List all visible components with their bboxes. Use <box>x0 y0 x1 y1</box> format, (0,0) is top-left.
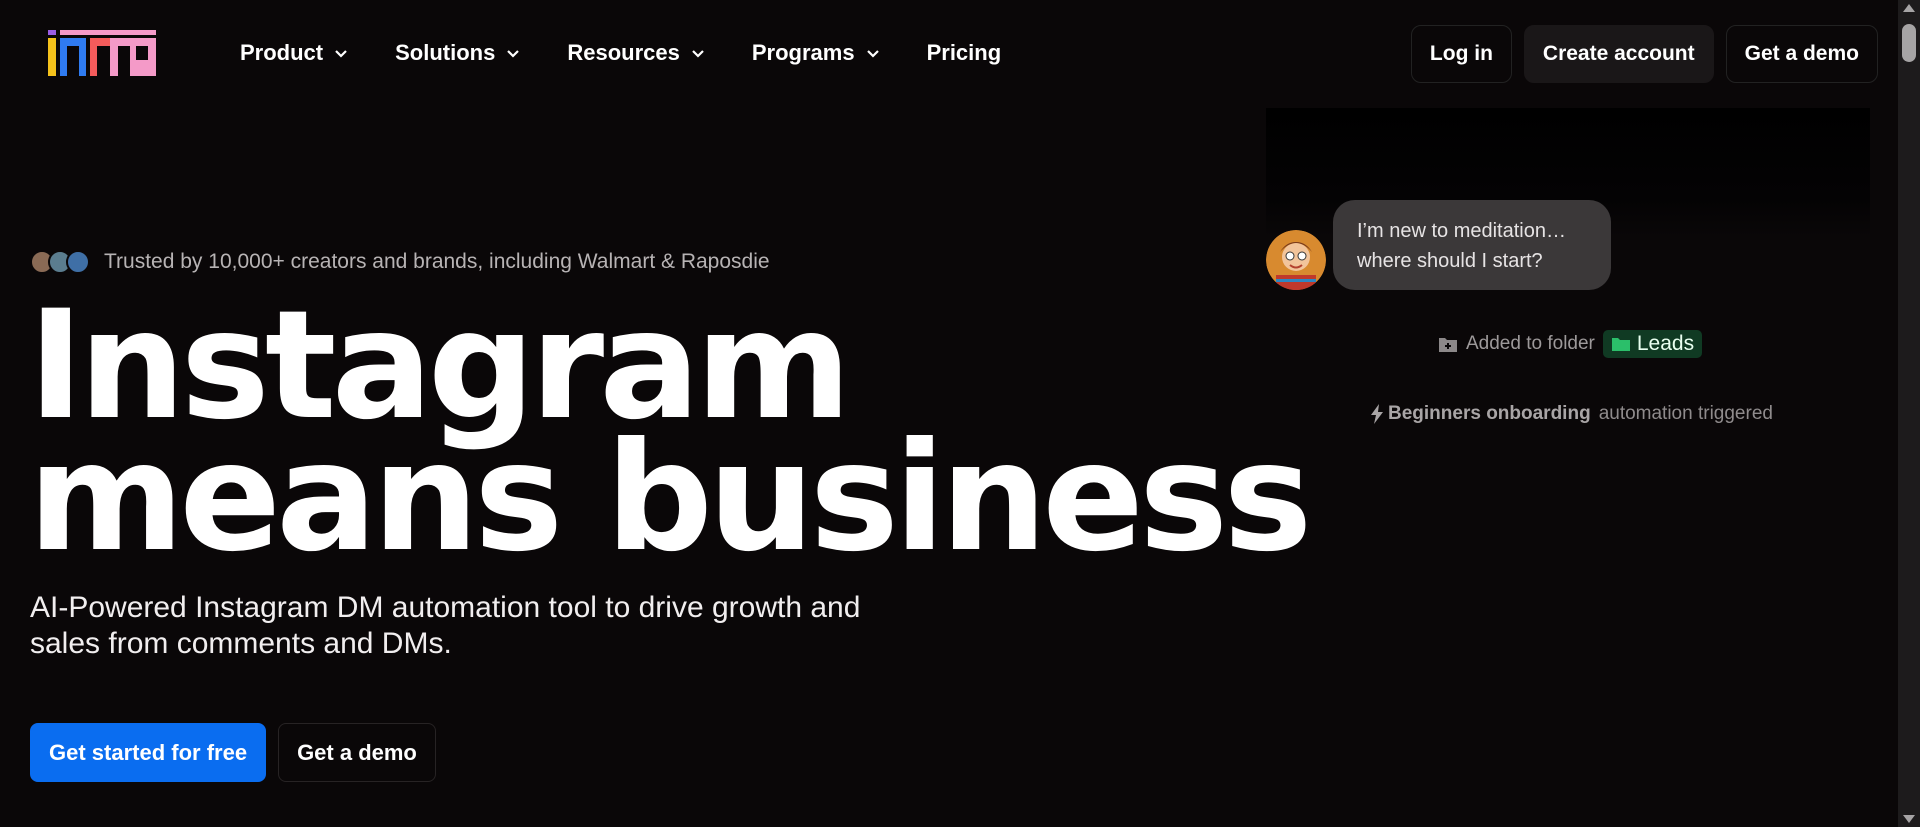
avatar <box>66 250 90 274</box>
added-to-folder-row: Added to folder Leads <box>1438 330 1703 358</box>
nav-actions: Log in Create account Get a demo <box>1410 25 1878 83</box>
folder-prefix-text: Added to folder <box>1466 333 1595 354</box>
nav-resources-label: Resources <box>567 40 680 65</box>
chevron-down-icon <box>507 50 520 58</box>
nav-get-demo-button[interactable]: Get a demo <box>1725 25 1878 83</box>
trusted-text: Trusted by 10,000+ creators and brands, … <box>104 250 770 273</box>
customer-avatars <box>30 250 90 274</box>
brand-logo[interactable] <box>48 30 156 78</box>
nav-solutions-label: Solutions <box>395 40 496 65</box>
trusted-by-row: Trusted by 10,000+ creators and brands, … <box>30 250 770 274</box>
login-button[interactable]: Log in <box>1410 25 1512 83</box>
scroll-up-arrow-icon[interactable] <box>1903 4 1915 12</box>
scroll-thumb[interactable] <box>1902 24 1916 62</box>
chevron-down-icon <box>692 50 704 58</box>
nav-programs-label: Programs <box>751 40 855 65</box>
hero-get-demo-button[interactable]: Get a demo <box>278 723 436 782</box>
folder-name: Leads <box>1636 332 1695 355</box>
folder-plus-icon <box>1439 338 1457 352</box>
vertical-scrollbar[interactable] <box>1898 0 1920 827</box>
lightning-icon <box>1371 404 1383 424</box>
hero-subheading: AI-Powered Instagram DM automation tool … <box>30 591 861 660</box>
chevron-down-icon <box>335 50 347 58</box>
message-line-2: where should I start? <box>1357 250 1543 272</box>
nav-menu: Product Solutions Resources Programs Pri… <box>240 40 1047 66</box>
nav-resources[interactable]: Resources <box>567 40 706 66</box>
nav-product-label: Product <box>240 40 324 65</box>
nav-solutions[interactable]: Solutions <box>395 40 521 66</box>
message-line-1: I’m new to meditation… <box>1357 220 1566 242</box>
get-started-button[interactable]: Get started for free <box>30 723 267 782</box>
hero-headline: Instagram means business <box>28 291 1312 573</box>
headline-line-2: means business <box>28 411 1312 585</box>
page: Product Solutions Resources Programs Pri… <box>0 0 1920 827</box>
chevron-down-icon <box>866 50 879 58</box>
scroll-down-arrow-icon[interactable] <box>1903 815 1915 823</box>
nav-pricing[interactable]: Pricing <box>927 40 1002 66</box>
leads-folder-chip: Leads <box>1602 330 1703 358</box>
nav-pricing-label: Pricing <box>926 40 1002 65</box>
nav-product[interactable]: Product <box>240 40 349 66</box>
automation-suffix: automation triggered <box>1598 403 1773 424</box>
automation-triggered-row: Beginners onboarding automation triggere… <box>1370 403 1773 425</box>
automation-name: Beginners onboarding <box>1388 403 1591 424</box>
chat-message-bubble: I’m new to meditation… where should I st… <box>1333 200 1611 290</box>
create-account-button[interactable]: Create account <box>1523 25 1714 83</box>
folder-icon <box>1611 338 1630 351</box>
nav-programs[interactable]: Programs <box>752 40 881 66</box>
hero-cta-row: Get started for free Get a demo <box>30 723 436 782</box>
customer-avatar <box>1266 230 1326 290</box>
top-navigation: Product Solutions Resources Programs Pri… <box>0 0 1898 110</box>
